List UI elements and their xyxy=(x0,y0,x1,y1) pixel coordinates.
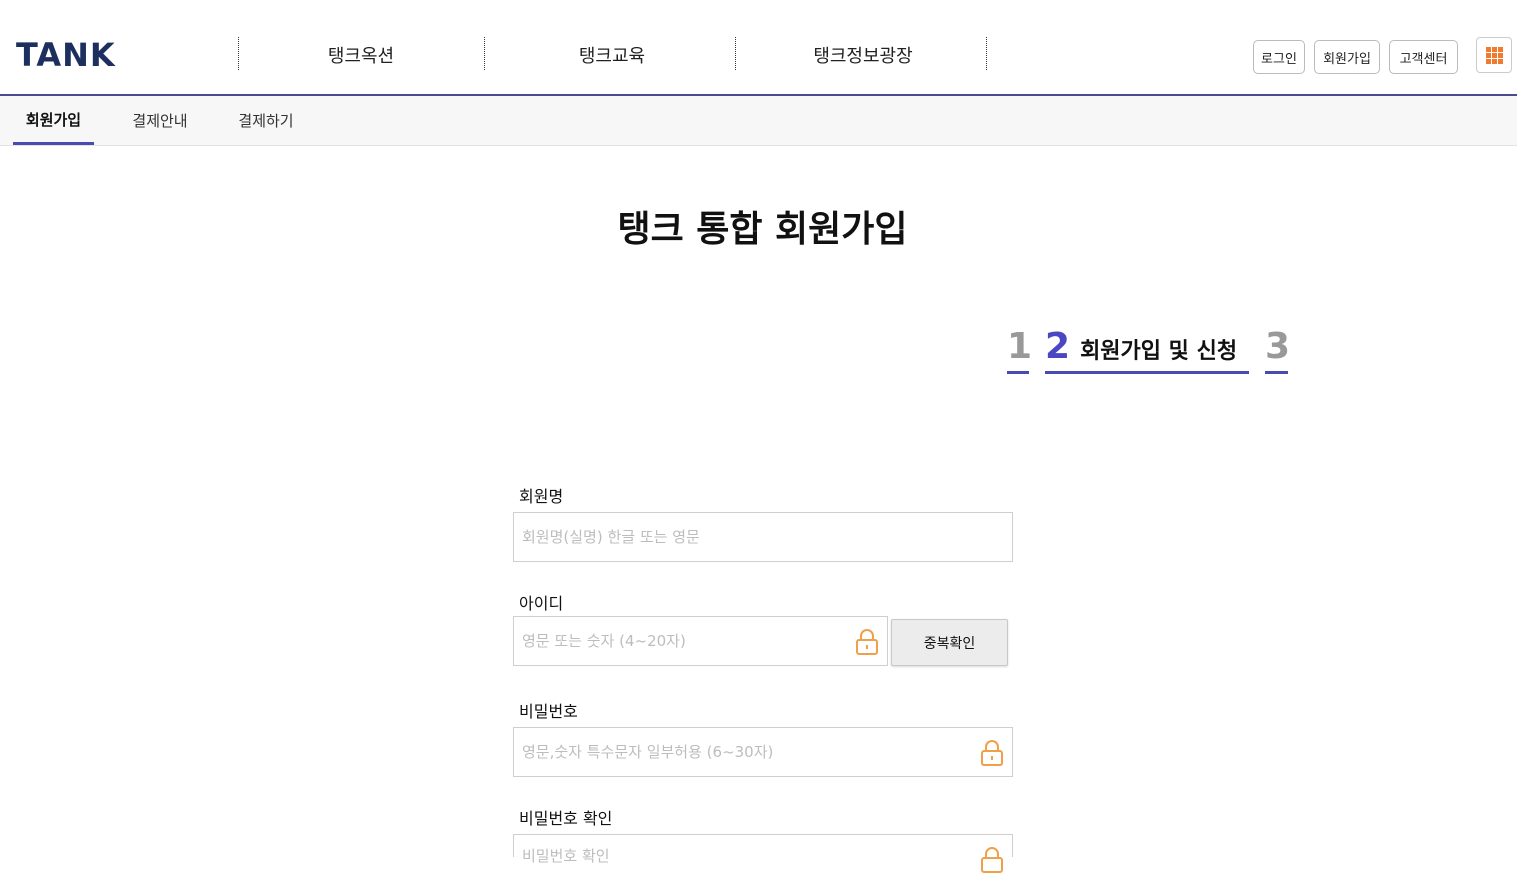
step-label: 회원가입 및 신청 xyxy=(1080,339,1238,364)
subnav-payment[interactable]: 결제하기 xyxy=(227,96,305,145)
nav-divider xyxy=(484,37,485,70)
lock-icon xyxy=(856,629,878,655)
nav-divider xyxy=(238,37,239,70)
password-confirm-input[interactable] xyxy=(522,847,962,865)
password-input[interactable] xyxy=(522,743,962,761)
password-confirm-field-box xyxy=(513,834,1013,873)
step-3: 3 xyxy=(1265,326,1291,374)
name-field-box xyxy=(513,512,1013,562)
id-label: 아이디 xyxy=(519,594,564,613)
id-input[interactable] xyxy=(522,632,842,650)
password-confirm-label: 비밀번호 확인 xyxy=(519,809,613,828)
signup-button[interactable]: 회원가입 xyxy=(1314,40,1380,74)
subnav-signup[interactable]: 회원가입 xyxy=(13,96,94,145)
nav-divider xyxy=(986,37,987,70)
tank-logo[interactable]: TANK xyxy=(16,36,116,74)
password-field-box xyxy=(513,727,1013,777)
site-header: TANK 탱크옥션 탱크교육 탱크정보광장 로그인 회원가입 고객센터 xyxy=(0,0,1517,96)
page-title: 탱크 통합 회원가입 xyxy=(617,209,908,250)
name-label: 회원명 xyxy=(519,487,564,506)
nav-tank-education[interactable]: 탱크교육 xyxy=(512,42,712,68)
customer-center-button[interactable]: 고객센터 xyxy=(1389,40,1458,74)
grid-icon xyxy=(1485,46,1503,64)
lock-icon xyxy=(981,847,1003,873)
lock-icon xyxy=(981,740,1003,766)
nav-tank-info-plaza[interactable]: 탱크정보광장 xyxy=(763,42,963,68)
password-label: 비밀번호 xyxy=(519,702,578,721)
step-2: 2 회원가입 및 신청 xyxy=(1045,326,1249,374)
subnav-payment-guide[interactable]: 결제안내 xyxy=(121,96,199,145)
id-field-box xyxy=(513,616,888,666)
name-input[interactable] xyxy=(522,528,962,546)
step-number: 3 xyxy=(1265,326,1291,367)
login-button[interactable]: 로그인 xyxy=(1253,40,1305,74)
step-number: 2 xyxy=(1045,326,1071,367)
sub-navigation: 회원가입 결제안내 결제하기 xyxy=(0,96,1517,146)
step-1: 1 xyxy=(1007,326,1033,374)
all-menu-button[interactable] xyxy=(1476,37,1512,73)
nav-tank-auction[interactable]: 탱크옥션 xyxy=(261,42,461,68)
nav-divider xyxy=(735,37,736,70)
step-number: 1 xyxy=(1007,326,1033,367)
id-duplicate-check-button[interactable]: 중복확인 xyxy=(891,619,1008,666)
